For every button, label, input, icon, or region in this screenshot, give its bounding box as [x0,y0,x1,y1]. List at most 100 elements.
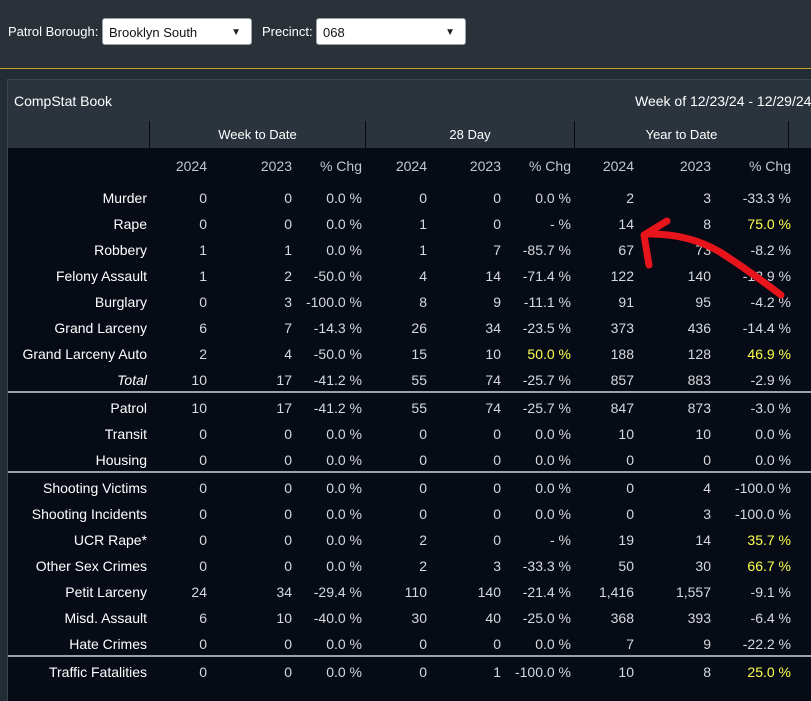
column-header: % Chg [528,158,571,174]
table-cell: -25.7 % [522,372,571,388]
table-cell: -2.9 % [750,372,791,388]
row-label: Housing [95,452,147,468]
table-cell: 0.0 % [326,216,362,232]
table-cell: 1 [493,664,501,680]
group-header-edge [788,121,811,148]
table-cell: 6 [199,610,207,626]
table-cell: -8.2 % [750,242,791,258]
table-cell: 0.0 % [535,480,571,496]
table-cell: 0.0 % [755,452,791,468]
table-cell: 847 [610,400,634,416]
patrol-borough-value: Brooklyn South [109,25,198,40]
table-cell: -6.4 % [750,610,791,626]
filter-toolbar: Patrol Borough: Brooklyn South ▼ Precinc… [0,0,811,69]
table-cell: 1 [419,216,427,232]
table-cell: -21.4 % [522,584,571,600]
table-cell: 67 [618,242,634,258]
compstat-panel: CompStat Book Week of 12/23/24 - 12/29/2… [7,79,811,701]
table-cell: 0 [493,426,501,442]
table-cell: 0 [493,216,501,232]
row-label: UCR Rape* [73,532,147,548]
table-cell: 10 [695,426,711,442]
dropdown-arrow-icon: ▼ [231,27,241,38]
table-row: Petit Larceny 24 34 -29.4 % 110 140 -21.4 % 1,4… [8,579,811,605]
table-cell: 857 [610,372,634,388]
table-cell: 17 [276,400,292,416]
table-cell: 0 [626,452,634,468]
table-cell: 873 [687,400,711,416]
table-cell: 0 [199,558,207,574]
table-cell: 3 [493,558,501,574]
table-row: Housing 0 0 0.0 % 0 0 0.0 % 0 0 0.0 % [8,447,811,473]
table-row: Hate Crimes 0 0 0.0 % 0 0 0.0 % 7 9 -22.2 % [8,631,811,657]
row-label: Traffic Fatalities [48,664,147,680]
table-cell: 15 [411,346,427,362]
table-row: Misd. Assault 6 10 -40.0 % 30 40 -25.0 % 368 393… [8,605,811,631]
table-cell: 7 [493,242,501,258]
table-cell: 0 [493,532,501,548]
patrol-borough-select[interactable]: Brooklyn South ▼ [102,18,252,45]
patrol-borough-label: Patrol Borough: [8,24,99,39]
table-cell: -50.0 % [313,268,362,284]
column-header: % Chg [748,158,791,174]
table-cell: 40 [485,610,501,626]
table-cell: -25.7 % [522,400,571,416]
table-cell: 128 [687,346,711,362]
table-cell: 14 [695,532,711,548]
table-cell: 0 [199,452,207,468]
table-cell: 0 [199,216,207,232]
table-cell: 10 [618,426,634,442]
group-header-1: 28 Day [365,121,574,148]
precinct-select[interactable]: 068 ▼ [316,18,466,45]
table-cell: 0 [284,532,292,548]
table-cell: 0 [626,480,634,496]
column-header: 2024 [602,158,634,174]
column-header: 2023 [679,158,711,174]
row-label: Petit Larceny [65,584,147,600]
table-cell: 0 [419,636,427,652]
table-cell: 0 [199,636,207,652]
table-cell: 0 [419,426,427,442]
table-cell: -33.3 % [742,190,791,206]
precinct-value: 068 [323,25,345,40]
table-cell: 0.0 % [755,426,791,442]
table-cell: 0 [493,506,501,522]
dropdown-arrow-icon: ▼ [445,27,455,38]
row-label: Grand Larceny [54,320,147,336]
table-cell: 46.9 % [747,346,791,362]
table-cell: 140 [687,268,711,284]
table-cell: -33.3 % [522,558,571,574]
table-cell: 8 [703,216,711,232]
group-header-0: Week to Date [149,121,365,148]
table-cell: 0.0 % [535,426,571,442]
table-cell: 0 [419,506,427,522]
table-cell: 10 [618,664,634,680]
table-cell: 368 [610,610,634,626]
table-cell: 0 [419,664,427,680]
table-cell: 0.0 % [326,480,362,496]
table-cell: 8 [419,294,427,310]
table-cell: 34 [485,320,501,336]
table-cell: -11.1 % [523,294,571,310]
table-cell: 0 [703,452,711,468]
table-row: Rape 0 0 0.0 % 1 0 - % 14 8 75.0 % [8,211,811,237]
column-header: 2023 [469,158,501,174]
table-cell: 0 [199,664,207,680]
table-cell: 0 [199,480,207,496]
table-cell: 0 [626,506,634,522]
table-cell: 1,416 [598,584,634,600]
table-cell: 4 [419,268,427,284]
row-label: Grand Larceny Auto [22,346,147,362]
week-range: Week of 12/23/24 - 12/29/24 [635,93,811,109]
table-row: Robbery 1 1 0.0 % 1 7 -85.7 % 67 73 -8.2 % [8,237,811,263]
table-cell: - % [550,532,571,548]
table-cell: 0.0 % [535,636,571,652]
table-cell: 0.0 % [326,190,362,206]
table-cell: 188 [610,346,634,362]
table-cell: 0 [493,452,501,468]
table-cell: 50 [618,558,634,574]
table-cell: 66.7 % [747,558,791,574]
table-cell: 0.0 % [326,636,362,652]
table-cell: 1 [199,268,207,284]
table-cell: 3 [703,506,711,522]
